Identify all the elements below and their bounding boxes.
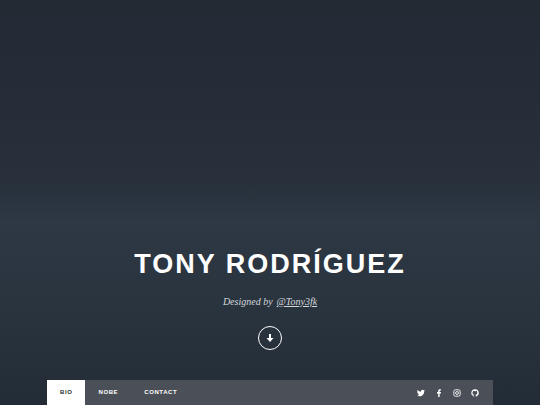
nav-tab-label: NOBE <box>98 388 118 397</box>
github-icon[interactable] <box>471 389 479 397</box>
hero-title: TONY RODRÍGUEZ <box>134 248 406 280</box>
main-nav: BIO NOBE CONTACT <box>47 380 493 405</box>
instagram-icon[interactable] <box>453 389 461 397</box>
twitter-icon[interactable] <box>417 389 425 397</box>
credit-line: Designed by @Tony3fk <box>223 296 317 308</box>
credit-prefix: Designed by <box>223 296 273 308</box>
nav-tab[interactable]: CONTACT <box>131 380 190 405</box>
nav-tab-label: CONTACT <box>144 388 177 397</box>
nav-tab-label: BIO <box>60 388 72 397</box>
nav-tab[interactable]: NOBE <box>85 380 131 405</box>
social-links <box>417 380 493 405</box>
nav-tabs-group: BIO NOBE CONTACT <box>47 380 190 405</box>
hero: TONY RODRÍGUEZ Designed by @Tony3fk <box>0 0 540 380</box>
nav-tab[interactable]: BIO <box>47 380 85 405</box>
scroll-down-icon[interactable] <box>258 326 282 350</box>
facebook-icon[interactable] <box>435 389 443 397</box>
credit-link[interactable]: @Tony3fk <box>277 296 318 308</box>
